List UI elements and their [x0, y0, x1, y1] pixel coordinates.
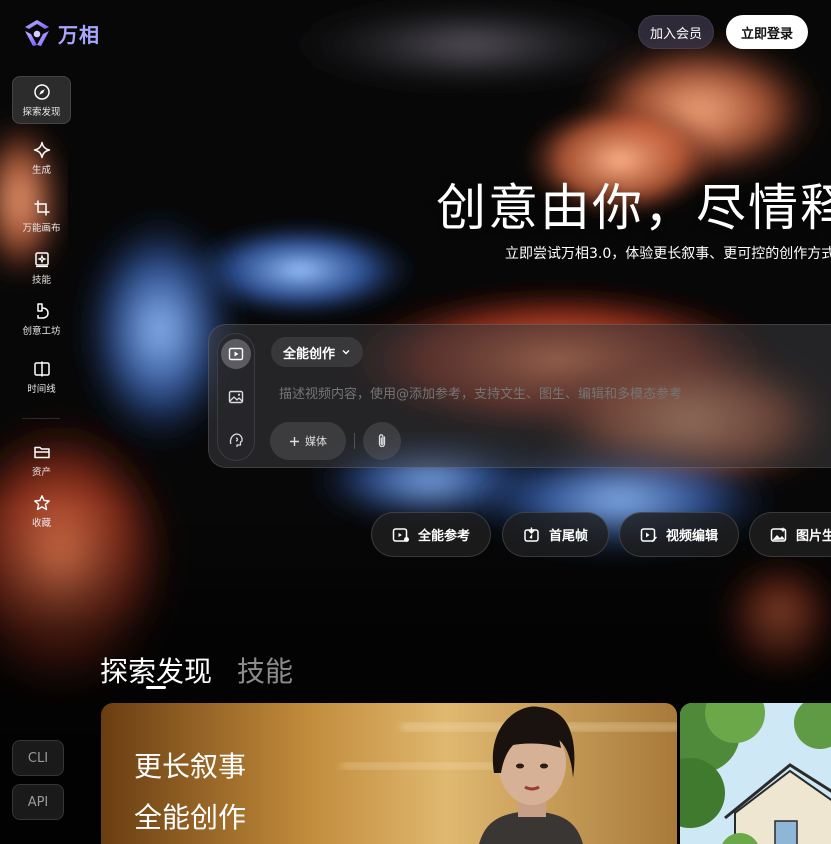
sidebar-item-label: 收藏: [31, 517, 51, 529]
sidebar-item-skills[interactable]: 技能: [12, 244, 71, 292]
mode-switcher: [217, 333, 255, 461]
sidebar-item-favorites[interactable]: 收藏: [12, 487, 71, 535]
chip-image-gen[interactable]: 图片生: [749, 512, 831, 557]
timeline-icon: [33, 361, 50, 376]
sparkle-icon: [33, 141, 50, 158]
paperclip-icon: [378, 434, 386, 448]
image-gen-icon: [770, 526, 787, 542]
plus-icon: [290, 436, 299, 446]
card-headline: 更长叙事: [134, 750, 247, 783]
join-membership-button[interactable]: 加入会员: [638, 15, 714, 49]
avatar-mode-icon: [229, 433, 243, 447]
sidebar-item-label: 探索发现: [22, 106, 61, 118]
creation-mode-select[interactable]: 全能创作: [271, 337, 364, 367]
card-headline: 全能创作: [134, 801, 247, 834]
first-last-frame-icon: [524, 527, 539, 542]
video-edit-icon: [640, 527, 657, 542]
sidebar-divider: [22, 418, 60, 419]
sidebar-item-canvas[interactable]: 万能画布: [12, 192, 71, 240]
sidebar-item-assets[interactable]: 资产: [12, 436, 71, 484]
sidebar-item-label: 万能画布: [22, 222, 61, 234]
api-button[interactable]: API: [12, 784, 64, 820]
chip-label: 图片生: [796, 529, 831, 544]
compass-icon: [33, 83, 50, 100]
prompt-input[interactable]: [279, 387, 819, 402]
image-mode-icon: [228, 390, 244, 404]
folder-icon: [33, 446, 50, 458]
sidebar-item-explore[interactable]: 探索发现: [12, 76, 71, 124]
chip-label: 视频编辑: [666, 529, 719, 544]
reference-icon: [392, 527, 409, 542]
creation-mode-label: 全能创作: [283, 346, 336, 362]
app-name: 万相: [58, 22, 100, 47]
active-tab-indicator: [146, 686, 166, 689]
tab-explore[interactable]: 探索发现: [100, 650, 212, 690]
chip-label: 首尾帧: [549, 529, 589, 544]
star-icon: [33, 494, 50, 510]
image-mode-button[interactable]: [221, 382, 251, 412]
skill-book-icon: [34, 251, 49, 267]
tab-skills[interactable]: 技能: [237, 650, 293, 690]
add-media-label: 媒体: [305, 435, 327, 448]
sidebar-item-label: 时间线: [27, 383, 56, 395]
avatar-mode-button[interactable]: [221, 425, 251, 455]
sidebar-item-workshop[interactable]: 创意工坊: [12, 295, 71, 343]
hero-title: 创意由你，尽情释: [436, 179, 831, 237]
toolbar-divider: [354, 433, 355, 449]
login-button[interactable]: 立即登录: [726, 15, 808, 49]
sidebar-item-label: 技能: [31, 274, 51, 286]
video-mode-icon: [228, 347, 244, 361]
showcase-card-image: [680, 703, 831, 844]
chip-first-last-frame[interactable]: 首尾帧: [502, 512, 610, 557]
chip-label: 全能参考: [418, 529, 471, 544]
sidebar-item-label: 资产: [31, 466, 51, 478]
showcase-card[interactable]: 更长叙事 全能创作: [101, 703, 677, 844]
sidebar-item-timeline[interactable]: 时间线: [12, 353, 71, 401]
sidebar-item-label: 创意工坊: [22, 325, 61, 337]
sidebar-item-generate[interactable]: 生成: [12, 134, 71, 182]
workshop-icon: [36, 302, 49, 319]
prompt-composer: 全能创作 媒体: [208, 324, 831, 468]
hero-subtitle: 立即尝试万相3.0，体验更长叙事、更可控的创作方式: [505, 246, 831, 262]
sidebar-item-label: 生成: [31, 164, 51, 176]
showcase-card[interactable]: [680, 703, 831, 844]
chevron-down-icon: [342, 350, 350, 355]
cli-button[interactable]: CLI: [12, 740, 64, 776]
chip-video-edit[interactable]: 视频编辑: [619, 512, 740, 557]
add-media-button[interactable]: 媒体: [270, 422, 346, 460]
wanxiang-logo-icon: [25, 20, 49, 46]
app-logo[interactable]: 万相: [22, 16, 100, 50]
chip-full-reference[interactable]: 全能参考: [371, 512, 492, 557]
crop-icon: [34, 200, 49, 215]
video-mode-button[interactable]: [221, 339, 251, 369]
attach-button[interactable]: [363, 422, 401, 460]
